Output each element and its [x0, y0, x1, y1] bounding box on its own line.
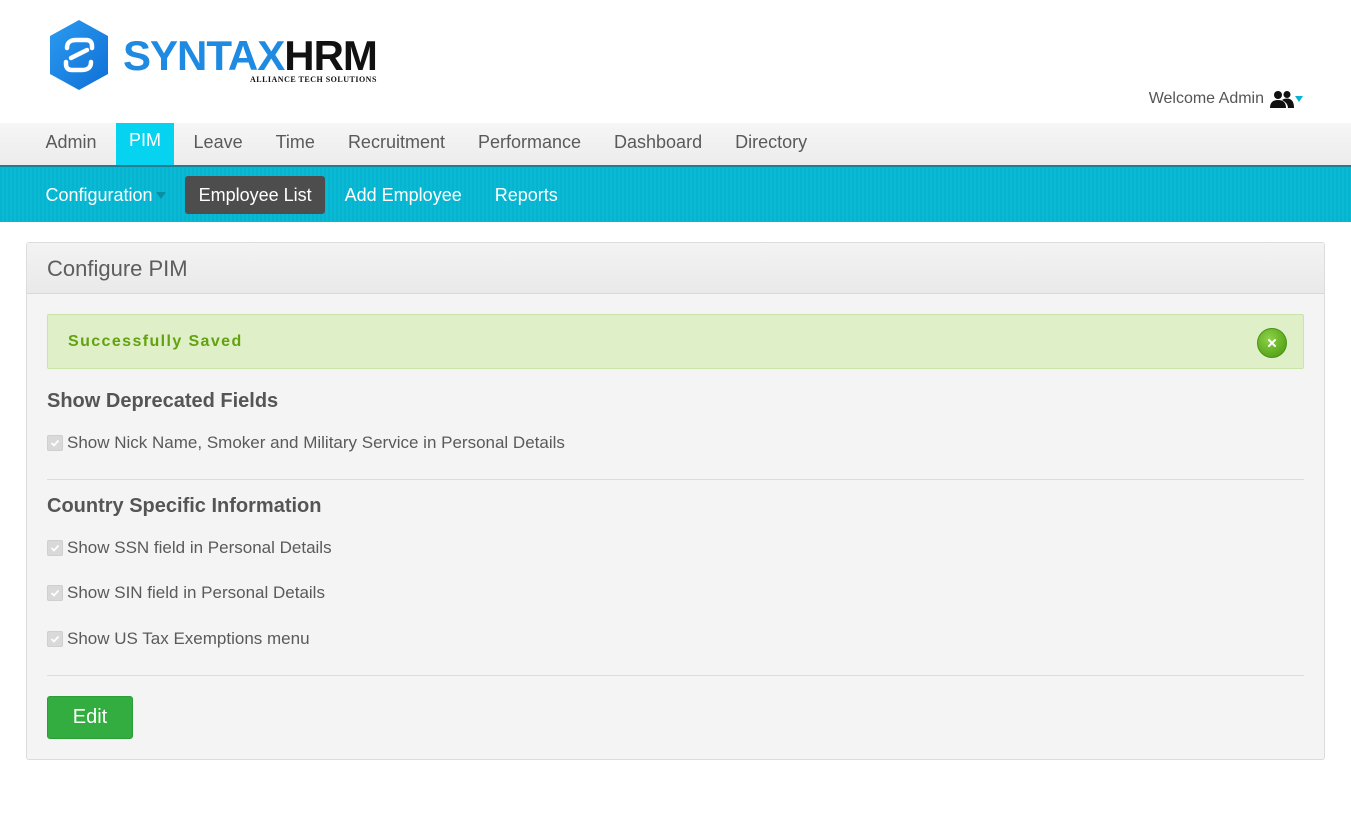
logo-brand-syntax: SYNTAX: [123, 32, 285, 79]
logo[interactable]: SYNTAXHRM ALLIANCE TECH SOLUTIONS: [47, 18, 378, 92]
panel-title: Configure PIM: [27, 243, 1324, 294]
users-icon: [1270, 91, 1294, 108]
caret-down-icon: [1295, 96, 1303, 102]
subnav-item-configuration-label: Configuration: [45, 184, 153, 205]
subnav-item-add-employee[interactable]: Add Employee: [328, 176, 478, 214]
option-label: Show Nick Name, Smoker and Military Serv…: [67, 433, 565, 452]
subnav-item-employee-list[interactable]: Employee List: [185, 175, 326, 214]
checkmark-icon: [50, 589, 60, 597]
nav-item-leave[interactable]: Leave: [177, 121, 259, 165]
option-deprecated-fields: Show Nick Name, Smoker and Military Serv…: [47, 431, 1304, 455]
top-header: SYNTAXHRM ALLIANCE TECH SOLUTIONS Welcom…: [0, 0, 1351, 123]
option-us-tax-exemptions: Show US Tax Exemptions menu: [47, 627, 1304, 651]
configure-pim-panel: Configure PIM Successfully Saved Show De…: [26, 242, 1325, 760]
checkmark-icon: [50, 439, 60, 447]
logo-brand-hrm: HRM: [284, 32, 378, 79]
sub-nav: Configuration Employee List Add Employee…: [0, 167, 1351, 222]
checkbox-us-tax-exemptions[interactable]: [47, 631, 63, 647]
nav-item-admin[interactable]: Admin: [29, 121, 113, 165]
divider: [47, 675, 1304, 676]
nav-item-directory[interactable]: Directory: [719, 121, 824, 165]
nav-item-recruitment[interactable]: Recruitment: [331, 121, 461, 165]
nav-item-time[interactable]: Time: [259, 121, 331, 165]
option-label: Show US Tax Exemptions menu: [67, 629, 310, 648]
checkmark-icon: [50, 635, 60, 643]
main-nav: Admin PIM Leave Time Recruitment Perform…: [0, 115, 1351, 167]
logo-brand: SYNTAXHRM: [123, 32, 378, 79]
welcome-menu[interactable]: Welcome Admin: [1149, 90, 1303, 108]
checkmark-icon: [50, 544, 60, 552]
option-ssn-field: Show SSN field in Personal Details: [47, 536, 1304, 560]
option-label: Show SIN field in Personal Details: [67, 583, 325, 602]
divider: [47, 479, 1304, 480]
close-icon: [1268, 339, 1276, 347]
edit-button[interactable]: Edit: [47, 696, 133, 739]
checkbox-sin-field[interactable]: [47, 585, 63, 601]
nav-item-performance[interactable]: Performance: [461, 121, 597, 165]
subnav-item-configuration[interactable]: Configuration: [29, 176, 182, 214]
success-alert: Successfully Saved: [47, 314, 1304, 369]
option-sin-field: Show SIN field in Personal Details: [47, 581, 1304, 605]
subnav-item-reports[interactable]: Reports: [478, 176, 574, 214]
chevron-down-icon: [155, 191, 166, 199]
logo-tagline: ALLIANCE TECH SOLUTIONS: [249, 75, 377, 84]
checkbox-deprecated-fields[interactable]: [47, 435, 63, 451]
panel-body: Successfully Saved Show Deprecated Field…: [27, 294, 1324, 676]
welcome-text: Welcome Admin: [1148, 90, 1264, 107]
success-alert-message: Successfully Saved: [68, 333, 243, 350]
syntax-logo-mark-icon: [50, 20, 108, 90]
section-title-country-specific: Country Specific Information: [47, 495, 322, 517]
section-title-deprecated-fields: Show Deprecated Fields: [47, 390, 279, 412]
alert-close-button[interactable]: [1257, 328, 1287, 358]
checkbox-ssn-field[interactable]: [47, 540, 63, 556]
option-label: Show SSN field in Personal Details: [67, 538, 332, 557]
nav-item-dashboard[interactable]: Dashboard: [598, 121, 719, 165]
